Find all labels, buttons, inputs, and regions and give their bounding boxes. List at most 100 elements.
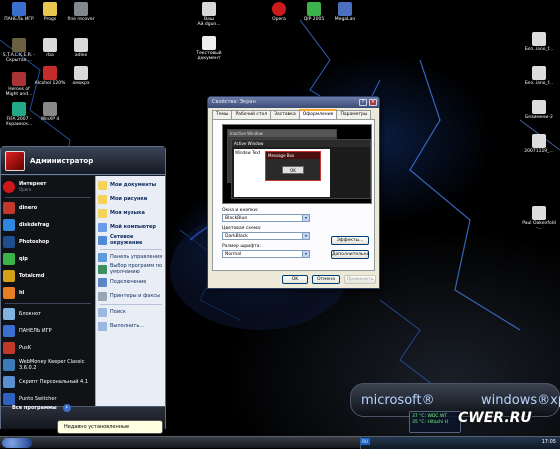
tab-desktop[interactable]: Рабочий стол xyxy=(231,110,272,119)
desktop-icon-adlex[interactable]: adlex xyxy=(64,38,98,58)
program-title: Totalcmd xyxy=(19,273,45,279)
font-size-select[interactable]: Normal ▾ xyxy=(222,250,310,258)
desktop-icon-progs[interactable]: Progs xyxy=(33,2,67,22)
apply-button[interactable]: Применить xyxy=(344,275,376,284)
font-size-label: Размер шрифта: xyxy=(222,244,261,249)
desktop-icon-game-panel[interactable]: ПАНЕЛЬ ИГР xyxy=(2,2,36,22)
tab-settings[interactable]: Параметры xyxy=(336,110,372,119)
hdd-temp-2: 35 °C: Hitachi H xyxy=(412,420,449,425)
place-label: Моя музыка xyxy=(110,209,145,216)
program-label: Totalcmd xyxy=(19,273,44,279)
tooltip: Недавно установленные программы. xyxy=(57,420,163,442)
program-label: hl xyxy=(19,290,24,296)
run-icon xyxy=(98,322,107,331)
close-icon[interactable]: × xyxy=(369,99,377,106)
dialog-titlebar[interactable]: Свойства: Экран ? × xyxy=(208,97,379,108)
program-item-qip[interactable]: qip xyxy=(3,251,93,267)
windows-buttons-select[interactable]: BlackBlue ▾ xyxy=(222,214,310,222)
program-item-totalcmd[interactable]: Totalcmd xyxy=(3,268,93,284)
place-control-panel[interactable]: Панель управления xyxy=(98,253,164,262)
start-button[interactable] xyxy=(2,438,32,448)
program-title: diskdefrag xyxy=(19,222,50,228)
desktop-icon-megalan[interactable]: MegaLan xyxy=(328,2,362,22)
desktop-icon-winxp[interactable]: WinXP 4 xyxy=(33,102,67,122)
display-properties-dialog: Свойства: Экран ? × Темы Рабочий стол За… xyxy=(207,96,380,289)
place-my-computer[interactable]: Мой компьютер xyxy=(98,223,164,232)
desktop-icon-oakenfold[interactable]: Paul Oakenfold -... xyxy=(522,206,556,231)
desktop-icon-text-doc[interactable]: Текстовый документ xyxy=(192,36,226,61)
separator xyxy=(5,303,91,304)
recent-item-webmoney[interactable]: WebMoney Keeper Classic 3.6.0.2 xyxy=(3,357,93,373)
tab-appearance[interactable]: Оформление xyxy=(298,109,338,119)
desktop-icon-fifa[interactable]: FIFA 2007 - Украинск... xyxy=(2,102,36,127)
desktop-icon-heroes[interactable]: Heroes of Might and... xyxy=(2,72,36,97)
language-indicator[interactable]: RU xyxy=(360,438,370,445)
ok-button[interactable]: OK xyxy=(282,275,308,284)
program-item-photoshop[interactable]: Photoshop xyxy=(3,234,93,250)
chevron-down-icon: ▾ xyxy=(302,251,309,257)
tab-screensaver[interactable]: Заставка xyxy=(270,110,300,119)
cancel-button[interactable]: Отмена xyxy=(312,275,340,284)
place-network[interactable]: Сетевое окружение xyxy=(98,234,164,246)
document-icon xyxy=(74,66,88,80)
desktop-icon-image3[interactable]: Безимени-2 xyxy=(522,100,556,120)
start-menu-programs: Интернет Opera dinero diskdefrag Photosho… xyxy=(1,176,95,406)
recent-label: Блокнот xyxy=(19,311,41,317)
program-item-diskdefrag[interactable]: diskdefrag xyxy=(3,217,93,233)
color-scheme-value: DarkBlack xyxy=(225,234,248,239)
system-tray: 17:05 xyxy=(360,437,560,449)
color-scheme-select[interactable]: DarkBlack ▾ xyxy=(222,232,310,240)
message-box-title: Message Box xyxy=(266,152,320,159)
document-icon xyxy=(43,38,57,52)
separator xyxy=(100,249,162,250)
document-icon xyxy=(202,2,216,16)
advanced-button[interactable]: Дополнительно xyxy=(331,250,369,259)
desktop-icon-image4[interactable]: 20071119_... xyxy=(522,134,556,154)
program-label: dinero xyxy=(19,205,37,211)
pinned-internet[interactable]: Интернет Opera xyxy=(3,179,93,195)
desktop-icon-stalker[interactable]: S.T.A.L.K.E.R. - Скрытая ... xyxy=(2,38,36,63)
place-my-music[interactable]: Моя музыка xyxy=(98,209,164,218)
game-icon xyxy=(12,38,26,52)
place-run[interactable]: Выполнить... xyxy=(98,322,164,331)
clock[interactable]: 17:05 xyxy=(542,439,556,445)
effects-button[interactable]: Эффекты... xyxy=(331,236,369,245)
place-search[interactable]: Поиск xyxy=(98,308,164,317)
network-icon xyxy=(98,236,107,245)
half-life-icon xyxy=(3,287,15,299)
arrow-right-icon: › xyxy=(62,404,71,412)
desktop-icon-doc1[interactable]: Ваш Ай.dgun... xyxy=(192,2,226,27)
recent-item-script[interactable]: Скрипт Персональный 4.1 xyxy=(3,374,93,390)
place-label: Поиск xyxy=(110,308,126,315)
all-programs-button[interactable]: Все программы › xyxy=(12,404,71,412)
default-programs-icon xyxy=(98,265,107,274)
place-my-documents[interactable]: Мои документы xyxy=(98,181,164,190)
font-size-value: Normal xyxy=(225,252,242,257)
recent-label: РusK xyxy=(19,345,32,351)
recent-item-game-panel[interactable]: ПАНЕЛЬ ИГР xyxy=(3,323,93,339)
program-item-dinero[interactable]: dinero xyxy=(3,200,93,216)
place-connect[interactable]: Подключение xyxy=(98,278,164,287)
program-title: dinero xyxy=(19,205,38,211)
recent-item-pusk[interactable]: РusK xyxy=(3,340,93,356)
search-icon xyxy=(98,308,107,317)
place-default-programs[interactable]: Выбор программ по умолчанию xyxy=(98,263,164,275)
desktop-icon-opera[interactable]: Opera xyxy=(262,2,296,22)
folder-icon xyxy=(43,2,57,16)
desktop-icon-alcohol[interactable]: Alcohol 120% xyxy=(33,66,67,86)
tab-themes[interactable]: Темы xyxy=(212,110,233,119)
program-item-hl[interactable]: hl xyxy=(3,285,93,301)
opera-icon xyxy=(272,2,286,16)
desktop-icon-image2[interactable]: Без..iano_f... xyxy=(522,66,556,86)
desktop-icon-rba[interactable]: rba xyxy=(33,38,67,58)
avatar[interactable] xyxy=(5,150,25,171)
place-my-pictures[interactable]: Мои рисунки xyxy=(98,195,164,204)
desktop-icon-omokre[interactable]: омокрэ xyxy=(64,66,98,86)
desktop-icon-fine-recover[interactable]: fine recover xyxy=(64,2,98,22)
desktop-icon-qip[interactable]: QIP 2005 xyxy=(297,2,331,22)
photoshop-icon xyxy=(3,236,15,248)
desktop-icon-image1[interactable]: Без..iano_f... xyxy=(522,32,556,52)
place-printers[interactable]: Принтеры и факсы xyxy=(98,292,164,301)
recent-item-notepad[interactable]: Блокнот xyxy=(3,306,93,322)
help-button[interactable]: ? xyxy=(359,99,367,106)
